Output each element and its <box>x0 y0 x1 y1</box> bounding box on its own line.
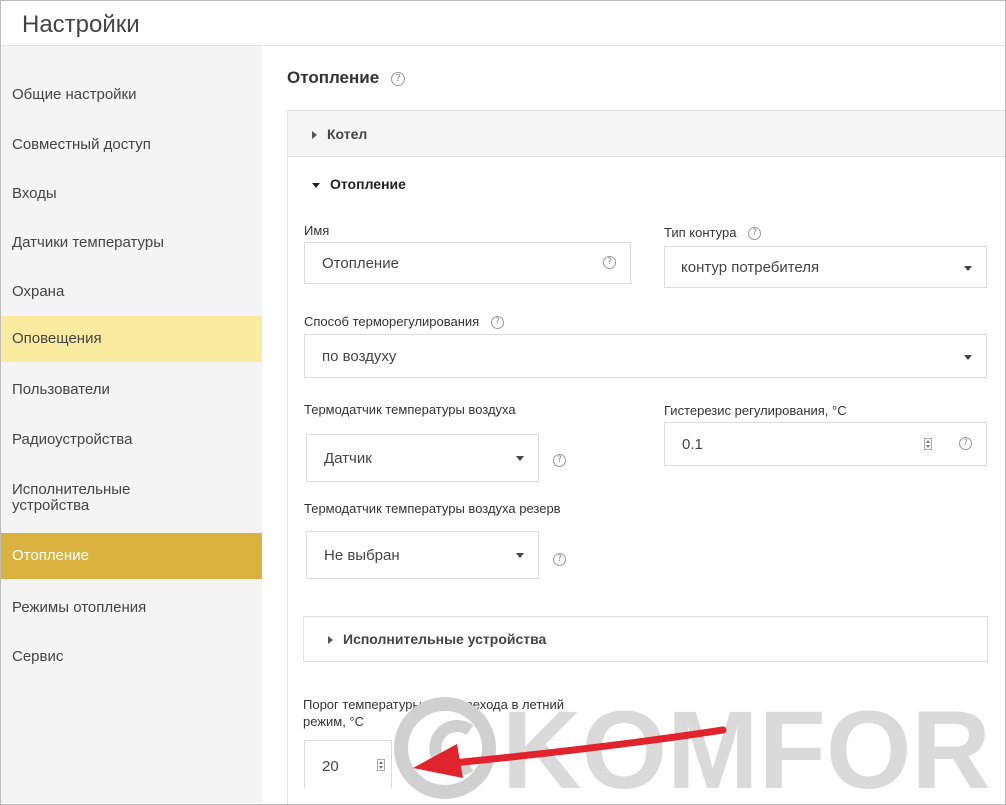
sidebar-item-label: Совместный доступ <box>12 136 151 153</box>
help-icon[interactable]: ? <box>748 227 762 241</box>
air-sensor-select[interactable]: Датчик <box>306 434 539 482</box>
sidebar-item-security[interactable]: Охрана <box>1 269 262 315</box>
caret-down-icon <box>516 553 524 558</box>
sidebar-item-label: Радиоустройства <box>12 431 133 448</box>
sidebar-item-sharing[interactable]: Совместный доступ <box>1 122 262 168</box>
main-content: Отопление? Котел Отопление Имя Отопление… <box>262 46 1005 804</box>
sidebar-item-notifications[interactable]: Оповещения <box>1 316 262 362</box>
help-icon[interactable]: ? <box>391 71 406 86</box>
spinner-icon[interactable] <box>377 759 385 771</box>
sidebar-item-actuators[interactable]: Исполнительные устройства <box>1 475 151 521</box>
circuit-type-select[interactable]: контур потребителя <box>664 246 987 288</box>
name-input-value: Отопление <box>322 255 399 272</box>
summer-threshold-value: 20 <box>322 758 339 775</box>
hysteresis-value: 0.1 <box>682 436 703 453</box>
chevron-right-icon <box>328 636 333 645</box>
actuators-accordion-header[interactable]: Исполнительные устройства <box>303 616 988 662</box>
summer-threshold-label-line1: Порог температуры для перехода в летний <box>303 697 564 712</box>
sidebar-item-label: Отопление <box>12 547 89 564</box>
sidebar-item-heating[interactable]: Отопление <box>1 533 262 579</box>
regulation-method-label: Способ терморегулирования ? <box>304 314 504 330</box>
sidebar-item-service[interactable]: Сервис <box>1 634 262 680</box>
sidebar-item-label: Датчики температуры <box>12 234 165 251</box>
sidebar-item-heating-modes[interactable]: Режимы отопления <box>1 585 262 631</box>
boiler-accordion-header[interactable]: Котел <box>288 111 1005 157</box>
section-title-text: Отопление <box>287 68 380 87</box>
caret-down-icon <box>964 355 972 360</box>
actuators-accordion-label: Исполнительные устройства <box>343 631 547 647</box>
sidebar-item-label: Исполнительные устройства <box>12 481 131 514</box>
summer-threshold-label: Порог температуры для перехода в летний … <box>303 696 564 730</box>
circuit-type-label-text: Тип контура <box>664 225 737 240</box>
sidebar-item-radio-devices[interactable]: Радиоустройства <box>1 417 262 463</box>
circuit-type-value: контур потребителя <box>681 259 820 276</box>
heating-accordion-label: Отопление <box>330 176 406 192</box>
regulation-method-label-text: Способ терморегулирования <box>304 314 480 329</box>
help-icon[interactable]: ? <box>553 553 566 566</box>
help-icon[interactable]: ? <box>553 454 566 467</box>
sidebar-item-label: Входы <box>12 185 57 202</box>
air-sensor-reserve-label: Термодатчик температуры воздуха резерв <box>304 501 561 516</box>
chevron-right-icon <box>312 131 317 140</box>
help-icon[interactable]: ? <box>959 437 972 450</box>
sidebar-item-temp-sensors[interactable]: Датчики температуры <box>1 220 262 266</box>
name-input[interactable]: Отопление ? <box>304 242 631 284</box>
hysteresis-input[interactable]: 0.1 ? <box>664 422 987 466</box>
help-icon[interactable]: ? <box>490 316 504 330</box>
sidebar-item-label: Режимы отопления <box>12 599 147 616</box>
sidebar-item-inputs[interactable]: Входы <box>1 171 262 217</box>
hysteresis-label: Гистерезис регулирования, °C <box>664 403 847 418</box>
heating-accordion-header[interactable]: Отопление <box>312 176 406 192</box>
page-header-title: Настройки <box>22 11 140 38</box>
boiler-accordion-label: Котел <box>327 126 368 142</box>
regulation-method-select[interactable]: по воздуху <box>304 334 987 378</box>
air-sensor-value: Датчик <box>324 450 372 467</box>
air-sensor-reserve-select[interactable]: Не выбран <box>306 531 539 579</box>
regulation-method-value: по воздуху <box>322 348 397 365</box>
summer-threshold-label-line2: режим, °C <box>303 714 365 729</box>
sidebar-item-users[interactable]: Пользователи <box>1 367 262 413</box>
chevron-down-icon <box>312 182 320 188</box>
app-header: Настройки <box>1 1 1004 46</box>
section-title: Отопление? <box>287 68 406 88</box>
air-sensor-label: Термодатчик температуры воздуха <box>304 402 516 417</box>
summer-threshold-input[interactable]: 20 <box>304 740 392 788</box>
sidebar-item-label: Охрана <box>12 283 65 300</box>
caret-down-icon <box>964 266 972 271</box>
sidebar-item-label: Сервис <box>12 648 64 665</box>
sidebar-item-label: Пользователи <box>12 381 110 398</box>
spinner-icon[interactable] <box>924 438 932 450</box>
sidebar-item-general[interactable]: Общие настройки <box>1 72 262 118</box>
caret-down-icon <box>516 456 524 461</box>
air-sensor-reserve-value: Не выбран <box>324 547 400 564</box>
sidebar-item-label: Общие настройки <box>12 86 137 103</box>
help-icon[interactable]: ? <box>603 256 616 269</box>
name-label: Имя <box>304 223 330 238</box>
sidebar-item-label: Оповещения <box>12 330 102 347</box>
sidebar: Общие настройки Совместный доступ Входы … <box>1 46 262 803</box>
circuit-type-label: Тип контура ? <box>664 225 762 241</box>
